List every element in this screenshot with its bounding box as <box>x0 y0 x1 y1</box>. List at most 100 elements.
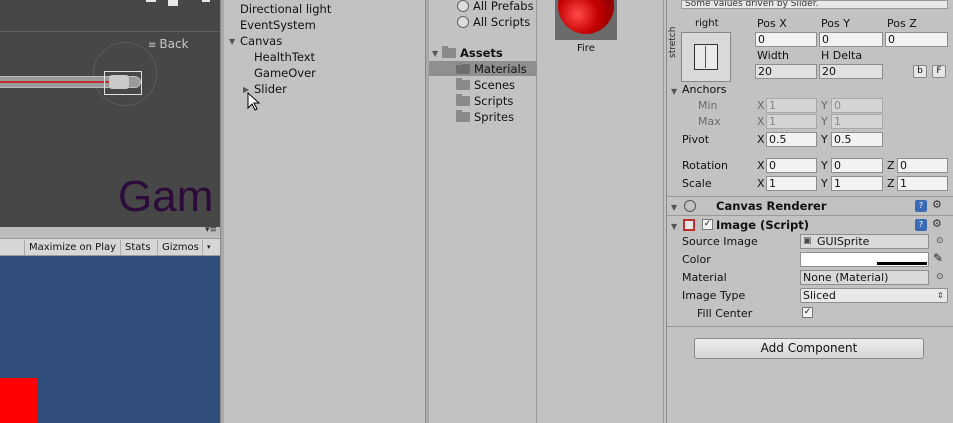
anchor-preset-top-label: right <box>695 18 719 29</box>
scene-slider-handle <box>109 75 129 89</box>
color-field[interactable] <box>800 252 929 267</box>
maximize-on-play-toggle[interactable]: Maximize on Play <box>24 240 120 255</box>
scene-view[interactable]: ≡ Back Gam <box>0 0 220 227</box>
favorite-all-scripts[interactable]: All Scripts <box>457 15 530 29</box>
axis-x-label: X <box>757 159 765 172</box>
axis-x-label: X <box>757 99 765 112</box>
pos-x-label: Pos X <box>757 17 787 30</box>
axis-y-label: Y <box>821 159 828 172</box>
rotation-label: Rotation <box>682 159 729 172</box>
expand-image-icon[interactable]: ▼ <box>671 222 677 231</box>
scale-z-field[interactable]: 1 <box>897 176 948 191</box>
folder-scenes[interactable]: Scenes <box>456 78 515 92</box>
eyedropper-icon[interactable]: ✎ <box>933 251 943 265</box>
add-component-button[interactable]: Add Component <box>694 338 924 359</box>
menu-lines-icon: ≡ <box>148 40 157 51</box>
raw-edit-mode-button[interactable]: F <box>932 65 946 78</box>
anchor-min-x-field[interactable]: 1 <box>766 98 817 113</box>
anchor-min-label: Min <box>698 99 718 112</box>
pivot-x-field[interactable]: 0.5 <box>766 132 817 147</box>
axis-z-label: Z <box>887 159 895 172</box>
game-toolbar: Maximize on Play Stats Gizmos ▾ <box>0 238 220 256</box>
panel-menu-icon[interactable]: ▾≡ <box>205 225 217 235</box>
object-picker-icon[interactable]: ⊙ <box>936 236 944 246</box>
folder-icon <box>442 46 456 58</box>
source-image-label: Source Image <box>682 235 758 248</box>
anchor-max-x-field[interactable]: 1 <box>766 114 817 129</box>
help-icon[interactable]: ? <box>915 219 927 231</box>
assets-root-folder[interactable]: Assets <box>442 46 503 60</box>
width-field[interactable]: 20 <box>755 64 817 79</box>
alpha-bar <box>877 262 927 265</box>
gear-icon[interactable]: ⚙ <box>932 198 942 211</box>
image-type-label: Image Type <box>682 289 746 302</box>
folder-icon <box>456 94 470 106</box>
favorite-all-prefabs[interactable]: All Prefabs <box>457 0 534 13</box>
pivot-y-field[interactable]: 0.5 <box>831 132 883 147</box>
game-view[interactable] <box>0 256 220 423</box>
gear-icon[interactable]: ⚙ <box>932 217 942 230</box>
scale-x-field[interactable]: 1 <box>766 176 817 191</box>
expand-canvas-renderer-icon[interactable]: ▼ <box>671 203 677 212</box>
blueprint-mode-button[interactable]: b <box>913 65 927 78</box>
expand-assets-icon[interactable]: ▼ <box>432 49 438 58</box>
game-tabstrip: ▾≡ <box>0 225 220 238</box>
anchor-preset-side-label: stretch <box>668 26 678 58</box>
rotation-y-field[interactable]: 0 <box>831 158 883 173</box>
image-component-title: Image (Script) <box>716 218 810 232</box>
axis-z-label: Z <box>887 177 895 190</box>
folder-icon <box>456 62 470 74</box>
source-image-field[interactable]: GUISprite <box>800 234 929 249</box>
game-red-sprite <box>0 378 38 423</box>
pos-x-field[interactable]: 0 <box>755 32 817 47</box>
pivot-label: Pivot <box>682 133 710 146</box>
expand-canvas-icon[interactable]: ▼ <box>229 37 235 46</box>
search-icon <box>457 0 469 12</box>
height-field[interactable]: 20 <box>819 64 883 79</box>
folder-scripts[interactable]: Scripts <box>456 94 513 108</box>
hierarchy-item-directional-light[interactable]: Directional light <box>240 2 331 16</box>
image-enabled-checkbox[interactable]: ✓ <box>702 219 713 230</box>
object-picker-icon[interactable]: ⊙ <box>936 272 944 282</box>
folder-sprites[interactable]: Sprites <box>456 110 514 124</box>
project-assets-pane <box>538 0 664 423</box>
material-field[interactable]: None (Material) <box>800 270 929 285</box>
hierarchy-item-eventsystem[interactable]: EventSystem <box>240 18 316 32</box>
anchor-max-y-field[interactable]: 1 <box>831 114 883 129</box>
gizmos-dropdown[interactable]: Gizmos <box>157 240 203 255</box>
driven-info-message: Some values driven by Slider. <box>681 0 948 9</box>
hierarchy-item-gameover[interactable]: GameOver <box>254 66 316 80</box>
pos-y-field[interactable]: 0 <box>819 32 883 47</box>
expand-anchors-icon[interactable]: ▼ <box>671 87 677 96</box>
scale-y-field[interactable]: 1 <box>831 176 883 191</box>
anchor-min-y-field[interactable]: 0 <box>831 98 883 113</box>
pos-z-field[interactable]: 0 <box>885 32 948 47</box>
folder-icon <box>456 110 470 122</box>
material-sphere-icon <box>558 0 614 34</box>
asset-fire-label[interactable]: Fire <box>577 43 595 54</box>
color-label: Color <box>682 253 711 266</box>
gizmos-arrow-icon[interactable]: ▾ <box>202 240 215 255</box>
dropdown-arrow-icon: ⇕ <box>937 291 944 300</box>
axis-y-label: Y <box>821 133 828 146</box>
panel-divider[interactable] <box>220 0 224 423</box>
hierarchy-item-canvas[interactable]: Canvas <box>240 34 282 48</box>
asset-fire-thumbnail[interactable] <box>555 0 617 40</box>
scene-gameover-text: Gam <box>118 172 214 221</box>
scene-gizmo[interactable] <box>146 0 210 8</box>
axis-x-label: X <box>757 133 765 146</box>
fill-center-label: Fill Center <box>697 307 753 320</box>
back-toggle[interactable]: ≡ Back <box>148 37 189 51</box>
pos-z-label: Pos Z <box>887 17 917 30</box>
help-icon[interactable]: ? <box>915 200 927 212</box>
anchors-label: Anchors <box>682 83 727 96</box>
rotation-x-field[interactable]: 0 <box>766 158 817 173</box>
fill-center-checkbox[interactable]: ✓ <box>802 307 813 318</box>
rotation-z-field[interactable]: 0 <box>897 158 948 173</box>
material-label: Material <box>682 271 727 284</box>
stats-toggle[interactable]: Stats <box>120 240 155 255</box>
image-type-dropdown[interactable]: Sliced <box>800 288 948 303</box>
folder-materials[interactable]: Materials <box>456 62 527 76</box>
components-divider <box>667 326 953 327</box>
hierarchy-item-healthtext[interactable]: HealthText <box>254 50 315 64</box>
